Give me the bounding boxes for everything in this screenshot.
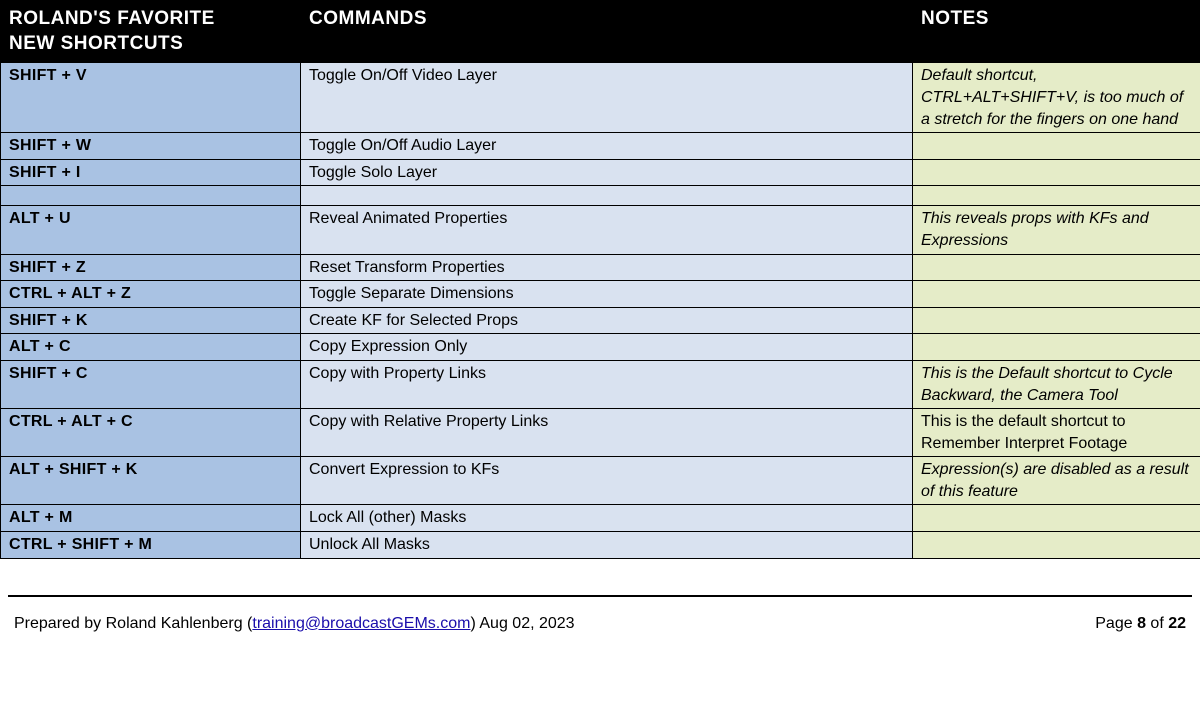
page-sep: of bbox=[1146, 615, 1168, 632]
table-row: SHIFT + IToggle Solo Layer bbox=[1, 159, 1200, 186]
note-cell bbox=[913, 532, 1200, 559]
note-cell bbox=[913, 133, 1200, 160]
command-cell: Toggle On/Off Video Layer bbox=[301, 63, 913, 133]
note-cell bbox=[913, 307, 1200, 334]
table-row: SHIFT + ZReset Transform Properties bbox=[1, 254, 1200, 281]
prepared-prefix: Prepared by Roland Kahlenberg ( bbox=[14, 615, 252, 632]
header-shortcuts: ROLAND'S FAVORITE NEW SHORTCUTS bbox=[1, 1, 301, 63]
command-cell: Reset Transform Properties bbox=[301, 254, 913, 281]
shortcuts-table: ROLAND'S FAVORITE NEW SHORTCUTS COMMANDS… bbox=[0, 0, 1200, 559]
shortcut-cell: SHIFT + C bbox=[1, 360, 301, 408]
shortcut-cell: SHIFT + V bbox=[1, 63, 301, 133]
shortcut-cell: SHIFT + I bbox=[1, 159, 301, 186]
prepared-suffix: ) Aug 02, 2023 bbox=[470, 615, 574, 632]
command-cell: Copy Expression Only bbox=[301, 334, 913, 361]
shortcut-cell: CTRL + SHIFT + M bbox=[1, 532, 301, 559]
table-header-row: ROLAND'S FAVORITE NEW SHORTCUTS COMMANDS… bbox=[1, 1, 1200, 63]
note-cell bbox=[913, 254, 1200, 281]
command-cell: Reveal Animated Properties bbox=[301, 206, 913, 254]
command-cell: Toggle Separate Dimensions bbox=[301, 281, 913, 308]
command-cell: Copy with Relative Property Links bbox=[301, 409, 913, 457]
table-row: SHIFT + CCopy with Property LinksThis is… bbox=[1, 360, 1200, 408]
table-row: ALT + MLock All (other) Masks bbox=[1, 505, 1200, 532]
command-cell bbox=[301, 186, 913, 206]
table-row: CTRL + ALT + ZToggle Separate Dimensions bbox=[1, 281, 1200, 308]
command-cell: Toggle On/Off Audio Layer bbox=[301, 133, 913, 160]
command-cell: Lock All (other) Masks bbox=[301, 505, 913, 532]
command-cell: Create KF for Selected Props bbox=[301, 307, 913, 334]
shortcut-cell: ALT + SHIFT + K bbox=[1, 457, 301, 505]
header-shortcuts-line1: ROLAND'S FAVORITE bbox=[9, 8, 215, 29]
page-footer: Prepared by Roland Kahlenberg (training@… bbox=[0, 597, 1200, 633]
note-cell: This reveals props with KFs and Expressi… bbox=[913, 206, 1200, 254]
shortcut-cell: CTRL + ALT + C bbox=[1, 409, 301, 457]
table-row: SHIFT + VToggle On/Off Video LayerDefaul… bbox=[1, 63, 1200, 133]
command-cell: Copy with Property Links bbox=[301, 360, 913, 408]
page-total: 22 bbox=[1168, 615, 1186, 632]
shortcut-cell: CTRL + ALT + Z bbox=[1, 281, 301, 308]
header-commands: COMMANDS bbox=[301, 1, 913, 63]
note-cell bbox=[913, 186, 1200, 206]
shortcut-cell: ALT + C bbox=[1, 334, 301, 361]
shortcut-cell: SHIFT + W bbox=[1, 133, 301, 160]
prepared-by: Prepared by Roland Kahlenberg (training@… bbox=[14, 615, 575, 633]
shortcut-cell: SHIFT + K bbox=[1, 307, 301, 334]
note-cell: This is the Default shortcut to Cycle Ba… bbox=[913, 360, 1200, 408]
page-number: Page 8 of 22 bbox=[1095, 615, 1186, 633]
table-row: SHIFT + WToggle On/Off Audio Layer bbox=[1, 133, 1200, 160]
command-cell: Toggle Solo Layer bbox=[301, 159, 913, 186]
table-row: ALT + CCopy Expression Only bbox=[1, 334, 1200, 361]
command-cell: Unlock All Masks bbox=[301, 532, 913, 559]
contact-email-link[interactable]: training@broadcastGEMs.com bbox=[252, 615, 470, 632]
page-label: Page bbox=[1095, 615, 1137, 632]
shortcut-cell bbox=[1, 186, 301, 206]
table-row: ALT + SHIFT + KConvert Expression to KFs… bbox=[1, 457, 1200, 505]
note-cell: Default shortcut, CTRL+ALT+SHIFT+V, is t… bbox=[913, 63, 1200, 133]
table-row: CTRL + SHIFT + MUnlock All Masks bbox=[1, 532, 1200, 559]
page-current: 8 bbox=[1137, 615, 1146, 632]
note-cell bbox=[913, 281, 1200, 308]
table-row: CTRL + ALT + CCopy with Relative Propert… bbox=[1, 409, 1200, 457]
note-cell bbox=[913, 505, 1200, 532]
shortcut-cell: ALT + M bbox=[1, 505, 301, 532]
header-shortcuts-line2: NEW SHORTCUTS bbox=[9, 33, 183, 54]
command-cell: Convert Expression to KFs bbox=[301, 457, 913, 505]
table-row bbox=[1, 186, 1200, 206]
note-cell: This is the default shortcut to Remember… bbox=[913, 409, 1200, 457]
note-cell bbox=[913, 334, 1200, 361]
header-notes: NOTES bbox=[913, 1, 1200, 63]
table-row: ALT + UReveal Animated PropertiesThis re… bbox=[1, 206, 1200, 254]
shortcut-cell: SHIFT + Z bbox=[1, 254, 301, 281]
note-cell: Expression(s) are disabled as a result o… bbox=[913, 457, 1200, 505]
table-row: SHIFT + KCreate KF for Selected Props bbox=[1, 307, 1200, 334]
note-cell bbox=[913, 159, 1200, 186]
shortcut-cell: ALT + U bbox=[1, 206, 301, 254]
